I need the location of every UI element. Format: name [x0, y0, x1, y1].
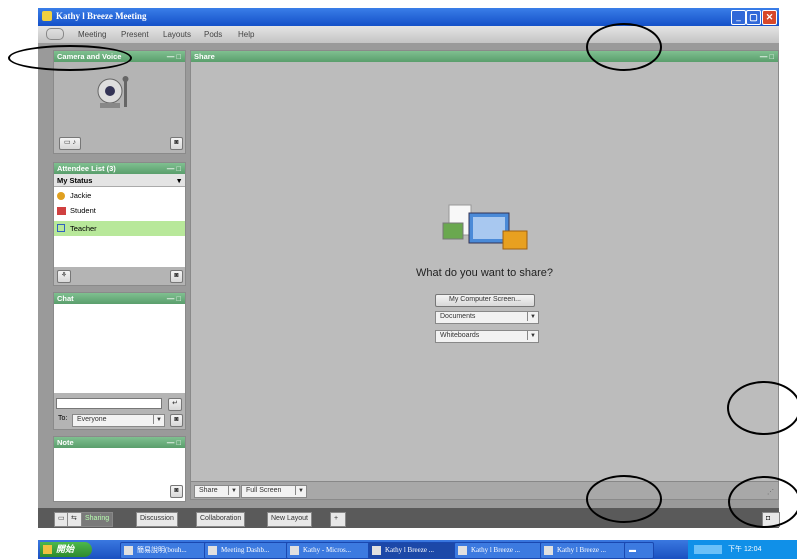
tray-icons[interactable]	[694, 545, 722, 554]
taskbar-item-label: Kathy l Breeze ...	[385, 546, 434, 554]
chat-input-area: ↵ To: Everyone ▼ ◙	[54, 393, 185, 429]
chat-recipient-select[interactable]: Everyone ▼	[72, 414, 165, 427]
annotation-ellipse	[727, 381, 797, 435]
add-layout-button[interactable]: +	[330, 512, 346, 527]
chat-title: Chat	[57, 294, 74, 303]
share-pod: Share — □ What do you want to share? My C…	[190, 50, 779, 500]
taskbar-item[interactable]: Kathy - Micros...	[286, 542, 374, 559]
taskbar-item-label: Meeting Dashb...	[221, 546, 270, 554]
camera-voice-button[interactable]: ▭ ♪	[59, 137, 81, 150]
whiteboards-label: Whiteboards	[440, 332, 480, 339]
chat-input[interactable]	[56, 398, 162, 409]
close-button[interactable]: ✕	[762, 10, 777, 25]
start-label: 開始	[56, 544, 75, 554]
chat-settings-icon[interactable]: ◙	[170, 414, 183, 427]
documents-select[interactable]: Documents ▼	[435, 311, 539, 324]
share-screen-button[interactable]: My Computer Screen...	[435, 294, 535, 307]
menu-help[interactable]: Help	[238, 30, 254, 39]
tab-collaboration[interactable]: Collaboration	[196, 512, 246, 527]
tab-new-layout[interactable]: New Layout	[267, 512, 312, 527]
share-menu-button[interactable]: Share ▼	[194, 485, 240, 498]
taskbar-item[interactable]: Kathy l Breeze ...	[540, 542, 632, 559]
attendee-list-title: Attendee List (3)	[57, 164, 116, 173]
attendee-name: Teacher	[70, 224, 97, 233]
breeze-menu-icon[interactable]	[46, 28, 64, 40]
windows-logo-icon	[43, 545, 52, 554]
full-screen-button[interactable]: Full Screen ▼	[241, 485, 307, 498]
taskbar-item[interactable]: 簡易說明(bouh...	[120, 542, 210, 559]
documents-label: Documents	[440, 313, 476, 320]
annotation-ellipse	[8, 45, 132, 71]
taskbar: 開始 簡易說明(bouh... Meeting Dashb... Kathy -…	[38, 540, 797, 559]
camera-settings-icon[interactable]: ◙	[170, 137, 183, 150]
user-icon	[57, 224, 65, 232]
share-menu-label: Share	[199, 487, 218, 494]
taskbar-item[interactable]: Meeting Dashb...	[204, 542, 292, 559]
chat-recipient-value: Everyone	[77, 416, 107, 423]
attendee-list-pod: Attendee List (3) — □ My Status ▾ Jackie S…	[53, 162, 186, 286]
add-attendee-icon[interactable]: ⚘	[57, 270, 71, 283]
breeze-logo-icon	[42, 11, 52, 21]
chat-header: Chat — □	[54, 293, 185, 304]
my-status-dropdown[interactable]: My Status ▾	[54, 174, 185, 187]
share-toolbar: Share ▼ Full Screen ▼ ⋰	[191, 481, 778, 499]
maximize-button[interactable]: ▢	[746, 10, 761, 25]
note-header: Note — □	[54, 437, 185, 448]
taskbar-overflow-icon[interactable]: ▬	[624, 542, 654, 559]
tab-discussion[interactable]: Discussion	[136, 512, 178, 527]
clock: 下午 12:04	[728, 546, 762, 553]
attendee-list-header: Attendee List (3) — □	[54, 163, 185, 174]
taskbar-item[interactable]: Kathy l Breeze ...	[454, 542, 546, 559]
minimize-button[interactable]: _	[731, 10, 746, 25]
whiteboards-select[interactable]: Whiteboards ▼	[435, 330, 539, 343]
taskbar-item-label: Kathy l Breeze ...	[471, 546, 520, 554]
note-title: Note	[57, 438, 74, 447]
menu-pods[interactable]: Pods	[204, 30, 222, 39]
share-title: Share	[194, 52, 215, 61]
window-title: Kathy l Breeze Meeting	[56, 11, 147, 21]
share-illustration-icon	[431, 201, 531, 261]
note-pod: Note — □ ◙	[53, 436, 186, 502]
layout-tab-bar: ▭ ⇆ Sharing Discussion Collaboration New…	[38, 508, 780, 528]
annotation-ellipse	[586, 475, 662, 523]
annotation-ellipse	[728, 476, 797, 528]
my-status-label: My Status	[57, 176, 93, 185]
host-icon	[57, 192, 65, 200]
menu-bar: Meeting Present Layouts Pods Help	[38, 26, 779, 43]
menu-meeting[interactable]: Meeting	[78, 30, 106, 39]
pod-options-icon[interactable]: — □	[167, 51, 181, 62]
system-tray: 下午 12:04	[688, 540, 797, 559]
attendee-name: Student	[70, 206, 96, 215]
webcam-icon	[94, 73, 134, 113]
taskbar-item[interactable]: Kathy l Breeze ...	[368, 542, 460, 559]
full-screen-label: Full Screen	[246, 487, 282, 494]
annotation-ellipse	[586, 23, 662, 71]
tab-sharing[interactable]: Sharing	[81, 512, 114, 527]
menu-layouts[interactable]: Layouts	[163, 30, 191, 39]
attendee-name: Jackie	[70, 191, 92, 200]
attendee-toolbar: ⚘ ◙	[54, 267, 185, 285]
taskbar-item-label: Kathy l Breeze ...	[557, 546, 606, 554]
taskbar-item-label: 簡易說明(bouh...	[137, 546, 187, 554]
menu-present[interactable]: Present	[121, 30, 149, 39]
attendee-row[interactable]: Jackie	[54, 189, 185, 203]
attendee-row-selected[interactable]: Teacher	[54, 221, 185, 236]
attendee-row[interactable]: Student	[54, 204, 185, 218]
share-header: Share — □	[191, 51, 778, 62]
chat-pod: Chat — □ ↵ To: Everyone ▼ ◙	[53, 292, 186, 430]
attendee-settings-icon[interactable]: ◙	[170, 270, 183, 283]
note-settings-icon[interactable]: ◙	[170, 485, 183, 498]
share-prompt: What do you want to share?	[416, 267, 553, 279]
participant-icon	[57, 207, 66, 215]
title-bar: Kathy l Breeze Meeting _ ▢ ✕	[38, 8, 779, 26]
send-message-button[interactable]: ↵	[168, 398, 182, 411]
chat-to-label: To:	[58, 415, 68, 422]
start-button[interactable]: 開始	[40, 542, 92, 557]
taskbar-item-label: Kathy - Micros...	[303, 546, 352, 554]
